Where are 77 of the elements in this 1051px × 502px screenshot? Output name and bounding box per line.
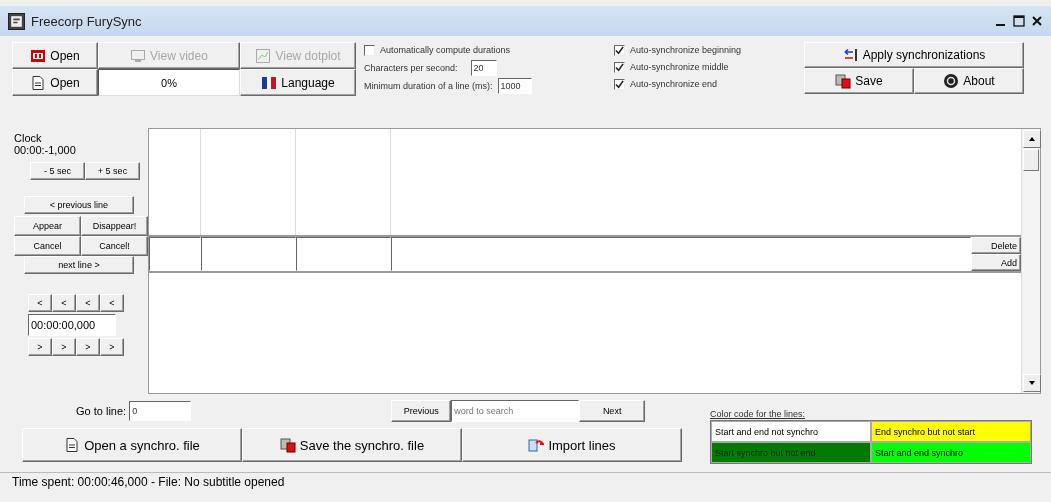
cancel-button[interactable]: Cancel! xyxy=(81,236,148,256)
clock-value: 00:00:-1,000 xyxy=(14,144,76,156)
step-back-button[interactable]: < xyxy=(28,294,52,312)
scroll-thumb[interactable] xyxy=(1023,149,1039,171)
step-forward-button[interactable]: > xyxy=(100,338,124,356)
save-icon xyxy=(835,73,852,89)
scrollbar[interactable] xyxy=(1021,129,1040,393)
cancel-button[interactable]: Cancel xyxy=(14,236,81,256)
document-icon xyxy=(64,437,81,453)
globe-icon xyxy=(943,73,960,89)
step-back-button[interactable]: < xyxy=(52,294,76,312)
goto-label: Go to line: xyxy=(76,405,127,417)
window-title: Freecorp FurySync xyxy=(31,13,142,29)
step-forward-button[interactable]: > xyxy=(76,338,100,356)
legend-item: Start synchro but not end xyxy=(711,442,871,463)
screen-icon xyxy=(130,47,147,64)
previous-button[interactable]: Previous xyxy=(391,400,452,422)
step-back-button[interactable]: < xyxy=(76,294,100,312)
checkbox-label: Auto-synchronize end xyxy=(630,79,718,89)
plus-button[interactable]: + 5 sec xyxy=(85,162,140,180)
previous-line-button[interactable]: < previous line xyxy=(24,196,134,214)
legend-item: Start and end not synchro xyxy=(711,421,871,442)
line-number-field[interactable] xyxy=(149,237,201,271)
line-text-field[interactable] xyxy=(391,237,971,271)
import-button[interactable]: Import lines xyxy=(462,428,682,462)
start-time-field[interactable] xyxy=(201,237,296,271)
step-back-button[interactable]: < xyxy=(100,294,124,312)
checkbox[interactable] xyxy=(614,61,625,73)
time-field[interactable]: 00:00:00,000 xyxy=(28,314,116,336)
open-file-button[interactable]: Open a synchro. file xyxy=(22,428,242,462)
flag-icon xyxy=(261,74,278,91)
goto-field[interactable]: 0 xyxy=(129,401,192,421)
legend-item: End synchro but not start xyxy=(871,421,1031,442)
open-button[interactable]: Open xyxy=(12,69,98,96)
status-text: Time spent: 00:00:46,000 - File: No subtitle opened xyxy=(12,475,285,489)
add-button[interactable]: Add xyxy=(971,254,1021,271)
scroll-down-icon[interactable] xyxy=(1023,374,1041,392)
checkbox-label: Automatically compute durations xyxy=(380,45,511,55)
clock-label: Clock xyxy=(14,132,42,144)
checkbox-label: Auto-synchronize middle xyxy=(630,62,729,72)
checkbox[interactable] xyxy=(614,78,625,90)
save-button[interactable]: Save xyxy=(804,68,914,94)
language-button[interactable]: Language xyxy=(240,69,356,96)
arrows-icon xyxy=(842,47,859,63)
disappear-button[interactable]: Disappear! xyxy=(81,216,148,236)
step-forward-button[interactable]: > xyxy=(52,338,76,356)
field-label: Minimum duration of a line (ms): xyxy=(364,81,493,91)
min-duration-field[interactable]: 1000 xyxy=(497,78,532,94)
open-video-button[interactable]: Open xyxy=(12,42,98,69)
document-icon xyxy=(30,74,47,91)
percent-field: 0% xyxy=(98,69,240,96)
delete-button[interactable]: Delete xyxy=(971,237,1021,254)
apply-button[interactable]: Apply synchronizations xyxy=(804,42,1024,68)
minus-button[interactable]: - 5 sec xyxy=(30,162,85,180)
import-icon xyxy=(528,437,545,453)
about-button[interactable]: About xyxy=(914,68,1024,94)
step-forward-button[interactable]: > xyxy=(28,338,52,356)
legend-item: Start and end synchro xyxy=(871,442,1031,463)
app-icon xyxy=(8,12,25,30)
chart-icon xyxy=(255,47,272,64)
scroll-up-icon[interactable] xyxy=(1023,130,1041,148)
maximize-icon[interactable] xyxy=(1013,15,1025,27)
field-label: Characters per second: xyxy=(364,63,458,73)
checkbox[interactable] xyxy=(364,44,375,56)
film-icon xyxy=(30,47,47,64)
appear-button[interactable]: Appear xyxy=(14,216,81,236)
end-time-field[interactable] xyxy=(296,237,391,271)
checkbox-label: Auto-synchronize beginning xyxy=(630,45,742,55)
close-icon[interactable] xyxy=(1031,15,1043,27)
next-button[interactable]: Next xyxy=(579,400,646,422)
save-icon xyxy=(279,437,296,453)
search-field[interactable]: word to search xyxy=(451,400,580,422)
chars-per-second-field[interactable]: 20 xyxy=(470,60,497,76)
next-line-button[interactable]: next line > xyxy=(24,256,134,274)
checkbox[interactable] xyxy=(614,44,625,56)
legend-title: Color code for the lines: xyxy=(710,409,807,419)
save-file-button[interactable]: Save the synchro. file xyxy=(242,428,462,462)
